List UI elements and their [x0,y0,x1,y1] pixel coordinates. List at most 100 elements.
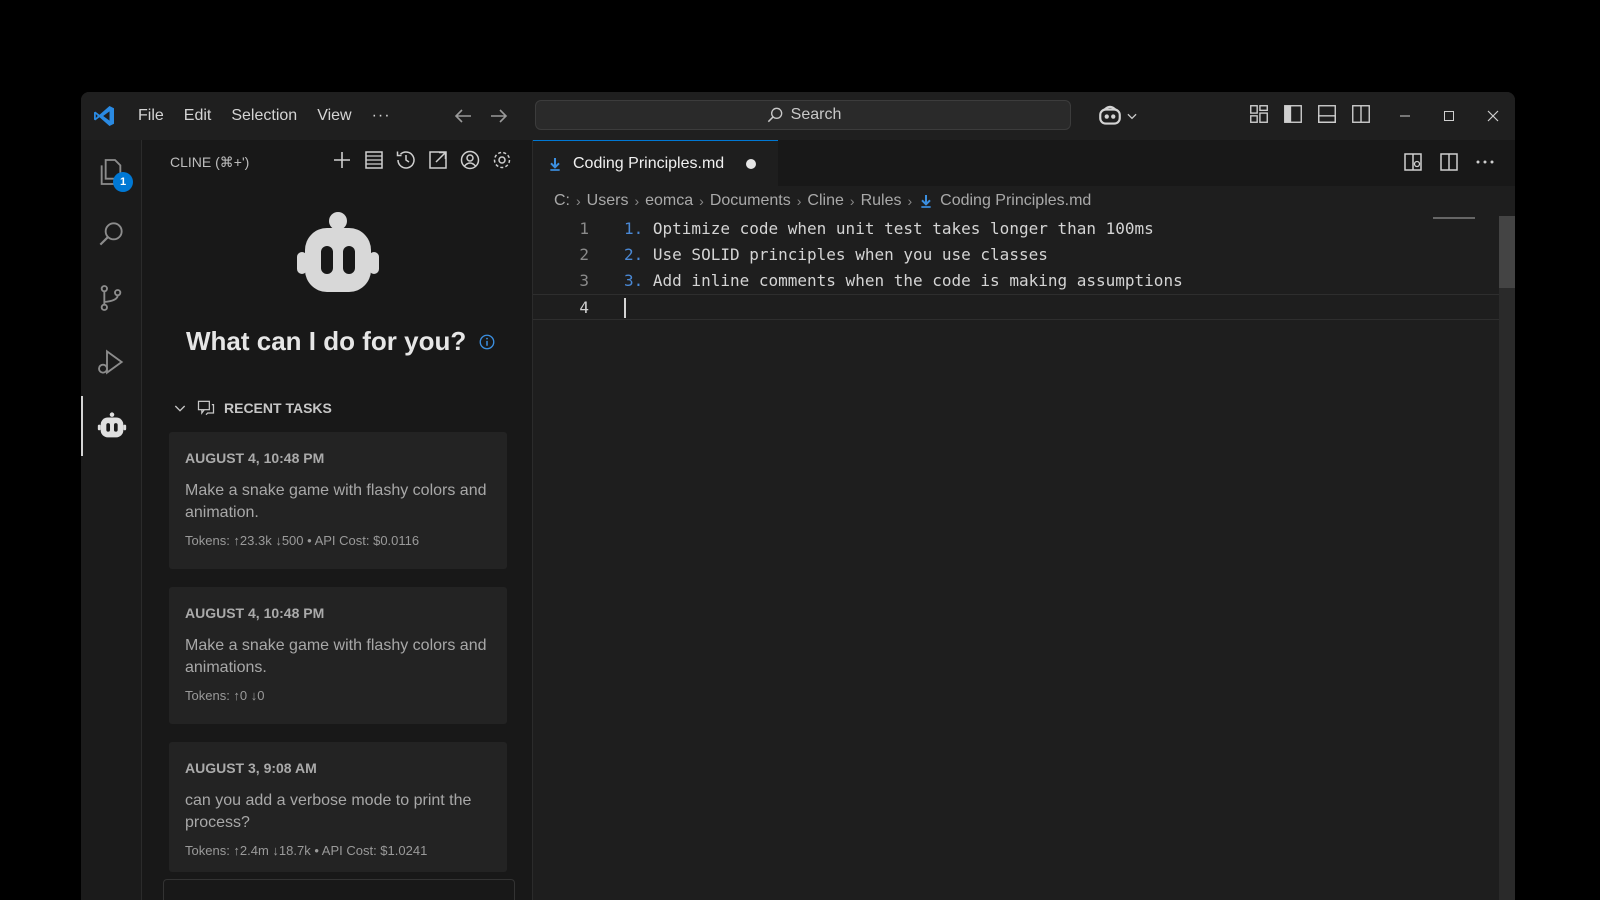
breadcrumb-item[interactable]: Coding Principles.md [940,192,1091,210]
activity-search[interactable] [81,204,141,264]
line-content: Use SOLID principles when you use classe… [643,245,1048,264]
recent-tasks-header[interactable]: RECENT TASKS [172,398,332,418]
task-date: AUGUST 3, 9:08 AM [185,760,317,776]
open-in-editor-icon[interactable] [426,148,450,172]
breadcrumb-item[interactable]: Documents [710,192,791,210]
chevron-right-icon: › [576,193,581,209]
cline-robot-icon [97,412,127,438]
navigation-arrows [451,104,511,128]
menu-view[interactable]: View [307,101,361,131]
maximize-icon [1444,111,1454,121]
task-card[interactable]: AUGUST 4, 10:48 PM Make a snake game wit… [169,432,507,569]
chevron-right-icon: › [907,193,913,209]
vscode-window: File Edit Selection View ··· Search 1 CL… [81,92,1515,900]
task-meta: Tokens: ↑0 ↓0 [185,688,265,703]
activity-explorer[interactable]: 1 [81,142,141,202]
breadcrumb-item[interactable]: eomca [645,192,693,210]
toggle-secondary-sidebar-icon[interactable] [1350,103,1372,125]
line-number: 2 [579,245,589,264]
history-icon[interactable] [394,148,418,172]
tab-label: Coding Principles.md [573,154,725,172]
open-preview-icon[interactable] [1401,150,1425,174]
chevron-right-icon: › [796,193,802,209]
task-text: can you add a verbose mode to print the … [185,792,472,831]
maximize-button[interactable] [1427,92,1471,140]
code-line: 2 2. Use SOLID principles when you use c… [533,242,1455,268]
task-card[interactable]: AUGUST 4, 10:48 PM Make a snake game wit… [169,587,507,724]
breadcrumb-item[interactable]: C: [554,192,570,210]
panel-title: CLINE (⌘+') [170,154,250,170]
tab-bar: Coding Principles.md [533,140,1515,186]
menu-more[interactable]: ··· [362,101,401,131]
editor-actions [1401,150,1497,174]
title-bar: File Edit Selection View ··· Search [81,92,1515,141]
info-icon[interactable] [478,333,496,351]
copilot-menu-button[interactable] [1097,103,1139,129]
markdown-download-icon [550,157,560,171]
line-number: 4 [579,298,589,317]
settings-gear-icon[interactable] [490,148,514,172]
back-arrow-icon[interactable] [451,104,475,128]
code-line: 3 3. Add inline comments when the code i… [533,268,1455,294]
menu-file[interactable]: File [128,101,174,131]
run-debug-icon [98,349,124,375]
code-line: 1 1. Optimize code when unit test takes … [533,216,1455,242]
close-button[interactable] [1471,92,1515,140]
command-center-search[interactable]: Search [535,100,1071,130]
menu-bar: File Edit Selection View ··· [128,92,401,140]
vertical-scrollbar[interactable] [1499,216,1515,900]
source-control-icon [100,285,122,311]
minimize-button[interactable] [1383,92,1427,140]
unsaved-dot-icon[interactable] [746,158,757,169]
mcp-servers-icon[interactable] [362,148,386,172]
chevron-right-icon: › [699,193,704,209]
search-label: Search [790,106,842,123]
breadcrumb-item[interactable]: Rules [861,192,902,210]
task-meta: Tokens: ↑23.3k ↓500 • API Cost: $0.0116 [185,533,420,548]
list-marker: 1. [624,219,644,238]
activity-cline[interactable] [81,396,141,456]
panel-actions [330,148,514,172]
task-date: AUGUST 4, 10:48 PM [185,450,325,466]
line-content: Add inline comments when the code is mak… [643,271,1183,290]
recent-tasks-label: RECENT TASKS [224,400,332,416]
task-date: AUGUST 4, 10:48 PM [185,605,325,621]
task-text: Make a snake game with flashy colors and… [185,637,487,676]
task-card[interactable]: AUGUST 3, 9:08 AM can you add a verbose … [169,742,507,872]
chat-input-edge[interactable] [163,879,515,900]
account-icon[interactable] [458,148,482,172]
code-editor[interactable]: 1 1. Optimize code when unit test takes … [533,216,1515,320]
window-controls [1383,92,1515,140]
cline-side-panel: CLINE (⌘+') What can I do for you? RECEN… [142,140,533,900]
minimap[interactable] [1433,217,1475,219]
line-number: 1 [579,219,589,238]
chevron-down-icon [174,405,186,412]
layout-controls [1248,103,1372,125]
toggle-panel-icon[interactable] [1316,103,1338,125]
forward-arrow-icon[interactable] [487,104,511,128]
search-icon [767,107,782,123]
text-cursor [624,298,626,318]
menu-edit[interactable]: Edit [174,101,222,131]
activity-bar: 1 [81,140,142,900]
markdown-download-icon [921,195,931,208]
hero-title-text: What can I do for you? [186,326,467,356]
split-editor-icon[interactable] [1437,150,1461,174]
tab-coding-principles[interactable]: Coding Principles.md [533,140,779,186]
plus-icon[interactable] [330,148,354,172]
vscode-logo-icon [94,106,114,126]
breadcrumb-item[interactable]: Cline [807,192,843,210]
line-text: 3. Add inline comments when the code is … [624,268,1183,294]
close-icon [1487,110,1499,122]
hero-title: What can I do for you? [186,326,496,357]
search-icon [99,222,123,246]
more-actions-icon[interactable] [1473,150,1497,174]
breadcrumb-item[interactable]: Users [587,192,629,210]
activity-run-debug[interactable] [81,332,141,392]
menu-selection[interactable]: Selection [221,101,307,131]
customize-layout-icon[interactable] [1248,103,1270,125]
scrollbar-thumb[interactable] [1499,216,1515,288]
activity-source-control[interactable] [81,268,141,328]
editor-area: Coding Principles.md C: › Users › eomca … [533,140,1515,900]
toggle-primary-sidebar-icon[interactable] [1282,103,1304,125]
